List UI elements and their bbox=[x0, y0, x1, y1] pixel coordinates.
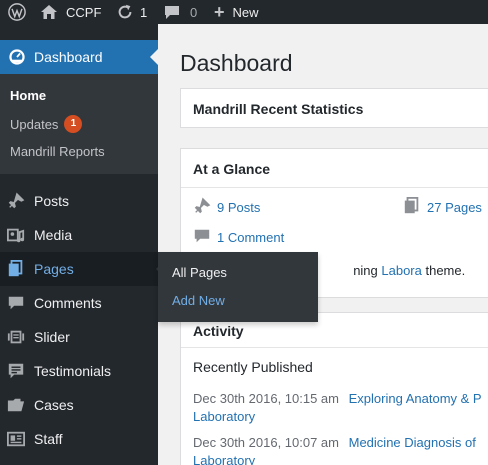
dashboard-submenu: Home Updates 1 Mandrill Reports bbox=[0, 74, 158, 174]
submenu-home-label: Home bbox=[10, 88, 47, 103]
flyout-all-pages[interactable]: All Pages bbox=[172, 265, 227, 280]
pin-icon bbox=[193, 197, 217, 218]
glance-comments-link[interactable]: 1 Comment bbox=[217, 230, 284, 245]
folder-icon bbox=[7, 396, 25, 414]
pages-icon bbox=[403, 197, 427, 218]
activity-title[interactable]: Activity bbox=[193, 323, 244, 339]
menu-slider[interactable]: Slider bbox=[0, 320, 158, 354]
activity-row: Dec 30th 2016, 10:07 am Medicine Diagnos… bbox=[193, 435, 476, 450]
activity-row-title-cont[interactable]: Laboratory bbox=[193, 409, 255, 424]
updates-badge: 1 bbox=[64, 115, 83, 133]
submenu-updates[interactable]: Updates 1 bbox=[10, 115, 83, 133]
glance-posts-link[interactable]: 9 Posts bbox=[217, 200, 260, 215]
activity-row-title[interactable]: Medicine Diagnosis of bbox=[349, 435, 476, 450]
menu-media[interactable]: Media bbox=[0, 218, 158, 252]
page-title: Dashboard bbox=[180, 50, 293, 76]
gauge-icon bbox=[8, 48, 26, 71]
menu-posts[interactable]: Posts bbox=[0, 184, 158, 218]
media-icon bbox=[7, 226, 25, 244]
current-menu-arrow bbox=[150, 49, 158, 65]
mandrill-stats-widget: Mandrill Recent Statistics bbox=[180, 88, 488, 128]
theme-suffix: theme. bbox=[421, 263, 466, 278]
comment-bubble-icon bbox=[164, 4, 180, 20]
activity-row-title[interactable]: Exploring Anatomy & P bbox=[349, 391, 482, 406]
menu-testimonials[interactable]: Testimonials bbox=[0, 354, 158, 388]
testimonial-icon bbox=[7, 362, 25, 380]
slider-icon bbox=[7, 328, 25, 346]
updates-link[interactable]: 1 bbox=[116, 0, 147, 24]
comments-count: 0 bbox=[190, 4, 198, 20]
theme-prefix: ning bbox=[353, 263, 382, 278]
menu-slider-label: Slider bbox=[34, 329, 70, 345]
site-name-link[interactable]: CCPF bbox=[40, 0, 101, 24]
pages-flyout-menu: All Pages Add New bbox=[158, 252, 318, 322]
refresh-icon bbox=[116, 3, 134, 21]
submenu-updates-label: Updates bbox=[10, 116, 59, 132]
id-card-icon bbox=[7, 430, 25, 448]
wordpress-logo-icon[interactable] bbox=[8, 0, 26, 24]
submenu-home[interactable]: Home bbox=[10, 88, 46, 103]
activity-row-date: Dec 30th 2016, 10:15 am bbox=[193, 391, 339, 406]
menu-cases[interactable]: Cases bbox=[0, 388, 158, 422]
menu-pages-label: Pages bbox=[34, 261, 74, 277]
pin-icon bbox=[7, 192, 25, 210]
menu-media-label: Media bbox=[34, 227, 73, 243]
updates-count: 1 bbox=[140, 4, 148, 20]
menu-cases-label: Cases bbox=[34, 397, 74, 413]
menu-pages[interactable]: Pages bbox=[0, 252, 164, 286]
glance-comments[interactable]: 1 Comment bbox=[193, 227, 284, 248]
mandrill-widget-title[interactable]: Mandrill Recent Statistics bbox=[193, 101, 363, 117]
activity-row-title-cont[interactable]: Laboratory bbox=[193, 453, 255, 465]
admin-bar: CCPF 1 0 + New bbox=[0, 0, 488, 24]
home-icon bbox=[40, 4, 58, 20]
menu-testimonials-label: Testimonials bbox=[34, 363, 112, 379]
theme-link[interactable]: Labora bbox=[381, 263, 421, 278]
comment-icon bbox=[7, 294, 25, 312]
activity-widget: Activity Recently Published Dec 30th 201… bbox=[180, 312, 488, 465]
submenu-mandrill-reports-label: Mandrill Reports bbox=[10, 144, 105, 159]
glance-divider bbox=[181, 187, 488, 188]
comment-icon bbox=[193, 227, 217, 248]
new-content-link[interactable]: + New bbox=[214, 0, 259, 24]
flyout-add-new[interactable]: Add New bbox=[172, 293, 225, 308]
main-content: Dashboard Mandrill Recent Statistics At … bbox=[158, 24, 488, 465]
menu-staff[interactable]: Staff bbox=[0, 422, 158, 456]
glance-posts[interactable]: 9 Posts bbox=[193, 197, 260, 218]
glance-title[interactable]: At a Glance bbox=[193, 161, 270, 177]
glance-pages[interactable]: 27 Pages bbox=[403, 197, 482, 218]
menu-comments-label: Comments bbox=[34, 295, 102, 311]
glance-pages-link[interactable]: 27 Pages bbox=[427, 200, 482, 215]
activity-row: Dec 30th 2016, 10:15 am Exploring Anatom… bbox=[193, 391, 482, 406]
pages-icon bbox=[7, 260, 25, 278]
menu-staff-label: Staff bbox=[34, 431, 63, 447]
recently-published-heading: Recently Published bbox=[193, 359, 313, 375]
new-label: New bbox=[232, 4, 259, 20]
submenu-mandrill-reports[interactable]: Mandrill Reports bbox=[10, 144, 105, 159]
menu-comments[interactable]: Comments bbox=[0, 286, 158, 320]
activity-divider bbox=[181, 347, 488, 348]
site-name: CCPF bbox=[66, 4, 102, 20]
menu-posts-label: Posts bbox=[34, 193, 70, 209]
comments-link[interactable]: 0 bbox=[164, 0, 197, 24]
menu-dashboard-label: Dashboard bbox=[34, 49, 103, 65]
activity-row-date: Dec 30th 2016, 10:07 am bbox=[193, 435, 339, 450]
admin-sidebar: Dashboard Home Updates 1 Mandrill Report… bbox=[0, 24, 164, 465]
menu-dashboard[interactable]: Dashboard bbox=[0, 40, 158, 74]
plus-icon: + bbox=[214, 2, 225, 22]
